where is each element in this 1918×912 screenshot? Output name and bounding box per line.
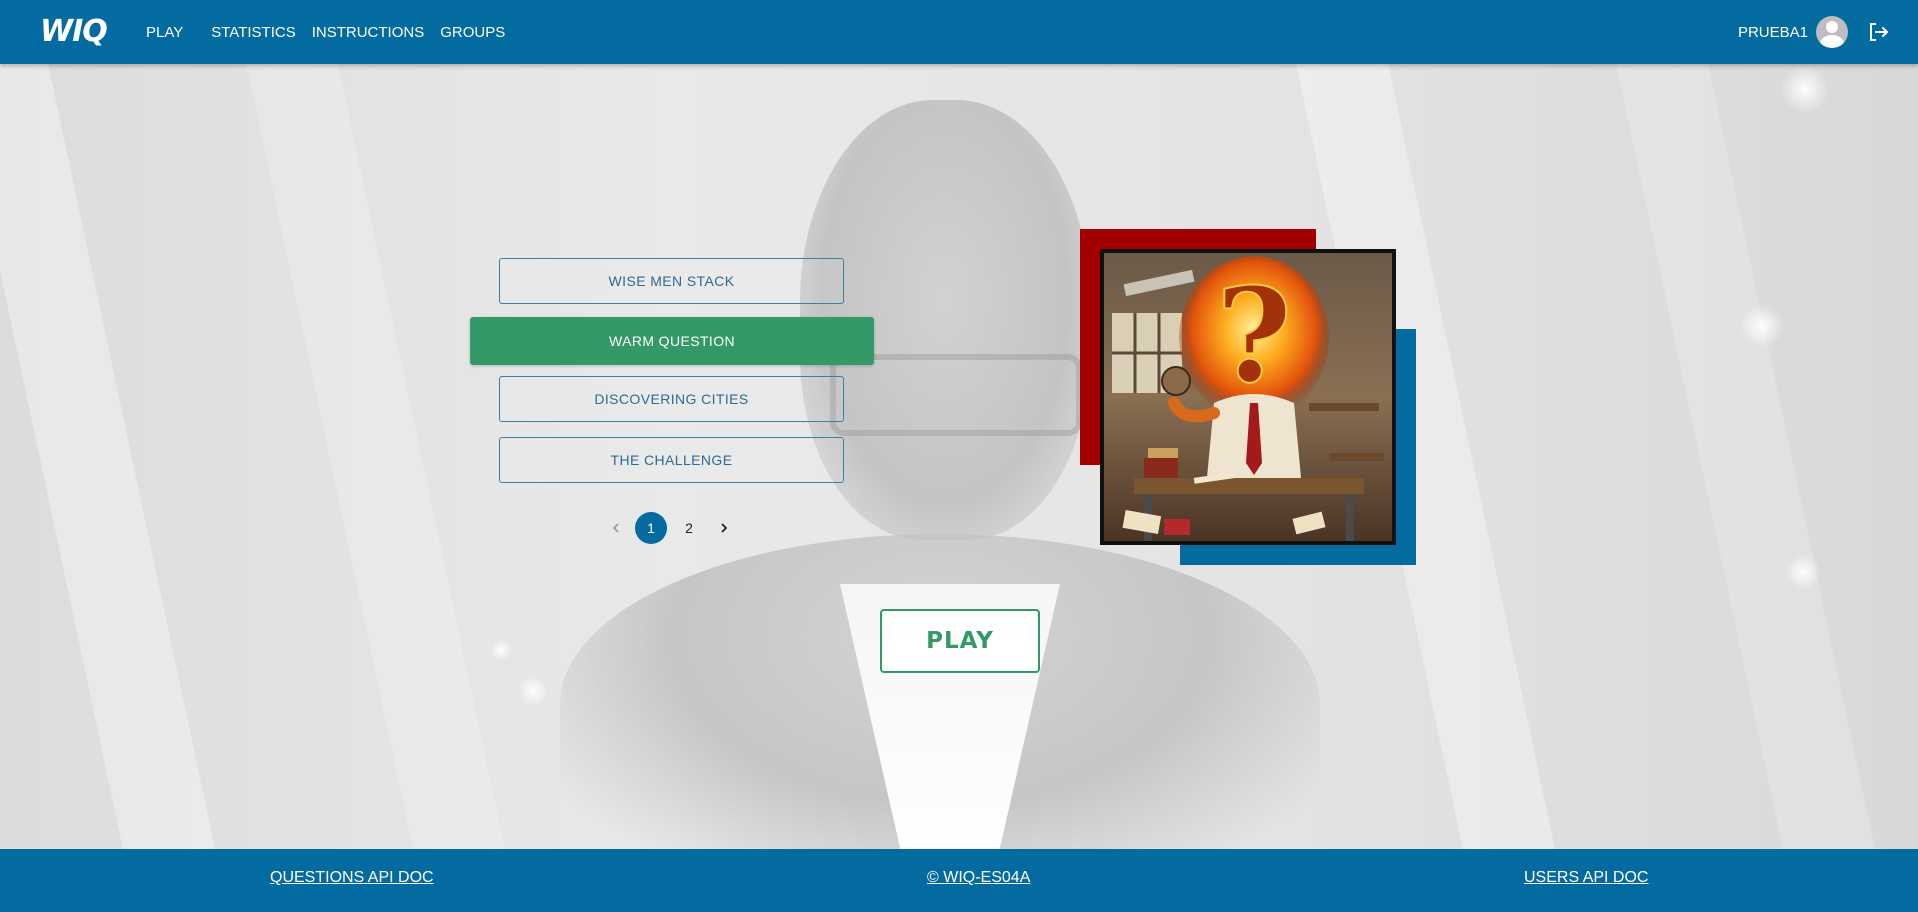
nav-instructions[interactable]: INSTRUCTIONS xyxy=(312,24,425,41)
top-navbar: WIQ PLAY STATISTICS INSTRUCTIONS GROUPS … xyxy=(0,0,1918,64)
main-nav: PLAY STATISTICS INSTRUCTIONS GROUPS xyxy=(146,0,521,64)
chevron-right-icon[interactable] xyxy=(708,512,740,544)
host-glasses xyxy=(830,354,1082,436)
stage-light xyxy=(518,676,548,706)
game-option-wise-men-stack[interactable]: WISE MEN STACK xyxy=(499,258,844,304)
background-scene xyxy=(0,64,1918,849)
nav-play[interactable]: PLAY xyxy=(146,24,183,41)
chevron-left-icon[interactable] xyxy=(600,512,632,544)
game-illustration-art: ? xyxy=(1104,253,1392,541)
footer: QUESTIONS API DOC © WIQ-ES04A USERS API … xyxy=(0,849,1918,912)
question-mark-glyph: ? xyxy=(1216,259,1292,412)
background-stripe xyxy=(1607,64,1883,849)
users-api-doc-link[interactable]: USERS API DOC xyxy=(1524,869,1648,887)
user-area: PRUEBA1 xyxy=(1738,0,1890,64)
stage-light xyxy=(1785,554,1821,590)
play-button[interactable]: PLAY xyxy=(880,609,1040,673)
user-avatar-icon[interactable] xyxy=(1816,16,1848,48)
username-label: PRUEBA1 xyxy=(1737,23,1808,41)
game-option-the-challenge[interactable]: THE CHALLENGE xyxy=(499,437,844,483)
page-2-button[interactable]: 2 xyxy=(673,512,705,544)
nav-groups[interactable]: GROUPS xyxy=(440,24,505,41)
background-stripe xyxy=(237,64,513,849)
wiq-logo[interactable]: WIQ xyxy=(40,14,108,49)
copyright-link[interactable]: © WIQ-ES04A xyxy=(927,869,1030,887)
background-stripe xyxy=(0,64,223,849)
stage-light xyxy=(1740,304,1784,348)
game-option-discovering-cities[interactable]: DISCOVERING CITIES xyxy=(499,376,844,422)
stage-light xyxy=(1780,64,1830,114)
stage-light xyxy=(490,639,512,661)
questions-api-doc-link[interactable]: QUESTIONS API DOC xyxy=(270,869,434,887)
game-illustration: ? xyxy=(1100,249,1396,545)
page-1-button[interactable]: 1 xyxy=(635,512,667,544)
game-option-warm-question[interactable]: WARM QUESTION xyxy=(470,317,874,365)
game-pagination: 1 2 xyxy=(600,512,740,544)
logout-icon[interactable] xyxy=(1866,20,1890,44)
nav-statistics[interactable]: STATISTICS xyxy=(211,24,295,41)
